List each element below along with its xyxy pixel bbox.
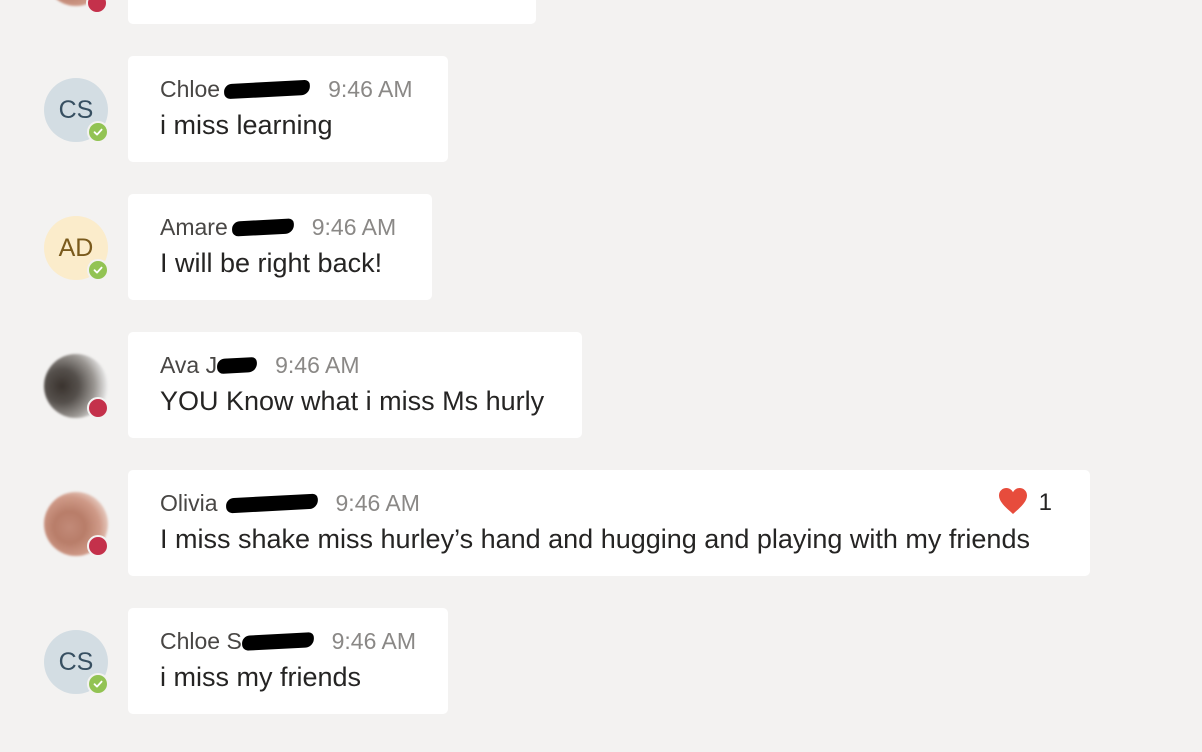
sender-name[interactable]: Chloe S xyxy=(160,628,242,655)
message-timestamp: 9:46 AM xyxy=(335,489,420,516)
message-text: I will be right back! xyxy=(160,248,383,278)
message-header: Amare 9:46 AM xyxy=(160,212,400,242)
message-bubble[interactable]: Olivia 9:46 AM I miss shake miss hurley’… xyxy=(128,470,1090,576)
available-status-icon xyxy=(87,121,109,143)
message-bubble[interactable]: Chloe S 9:46 AM i miss my friends xyxy=(128,608,448,714)
heart-icon xyxy=(997,486,1029,521)
message-text: i miss learning xyxy=(160,110,333,140)
message-timestamp: 9:46 AM xyxy=(311,213,397,240)
busy-status-icon xyxy=(87,535,109,557)
previous-message-bubble[interactable] xyxy=(128,0,536,24)
sender-name[interactable]: Chloe xyxy=(160,76,220,103)
redaction-mark xyxy=(225,493,318,513)
redaction-mark xyxy=(231,217,295,237)
message-header: Chloe S 9:46 AM xyxy=(160,626,416,656)
message-text: YOU Know what i miss Ms hurly xyxy=(160,386,545,416)
message-bubble[interactable]: Amare 9:46 AM I will be right back! xyxy=(128,194,432,300)
message-text: I miss shake miss hurley’s hand and hugg… xyxy=(160,524,1030,554)
message-bubble[interactable]: Ava J 9:46 AM YOU Know what i miss Ms hu… xyxy=(128,332,582,438)
reaction-summary[interactable]: 1 xyxy=(997,486,1052,521)
avatar-initials: AD xyxy=(58,233,94,262)
message-header: Ava J 9:46 AM xyxy=(160,350,550,380)
reaction-count: 1 xyxy=(1038,489,1052,516)
redaction-mark xyxy=(223,79,311,99)
message-bubble[interactable]: Chloe 9:46 AM i miss learning xyxy=(128,56,448,162)
busy-status-icon xyxy=(87,397,109,419)
message-header: Olivia 9:46 AM xyxy=(160,488,1058,518)
avatar-initials: CS xyxy=(58,95,94,124)
sender-name[interactable]: Olivia xyxy=(160,490,218,517)
redaction-mark xyxy=(216,356,258,374)
redaction-mark xyxy=(241,631,314,651)
message-text: i miss my friends xyxy=(160,662,362,692)
message-header: Chloe 9:46 AM xyxy=(160,74,416,104)
available-status-icon xyxy=(87,673,109,695)
available-status-icon xyxy=(87,259,109,281)
sender-name[interactable]: Ava J xyxy=(160,352,217,379)
message-timestamp: 9:46 AM xyxy=(331,627,416,654)
message-timestamp: 9:46 AM xyxy=(275,351,360,378)
sender-name[interactable]: Amare xyxy=(160,214,228,241)
busy-status-icon xyxy=(86,0,108,14)
avatar-initials: CS xyxy=(58,647,94,676)
message-timestamp: 9:46 AM xyxy=(328,75,413,102)
